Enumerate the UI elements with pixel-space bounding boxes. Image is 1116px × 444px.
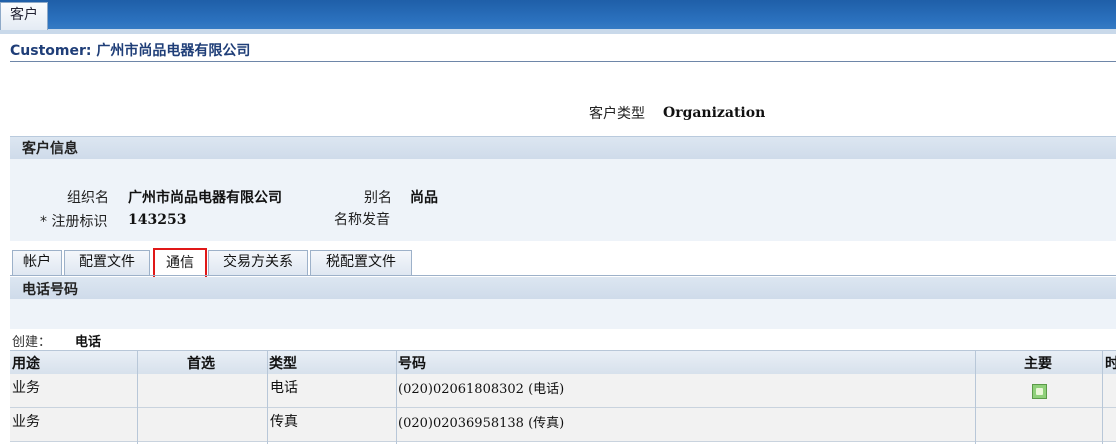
phone-numbers-title: 电话号码 [22,282,78,298]
cell-number[interactable]: (020)02036958138 (传真) [398,412,564,431]
create-phone-link[interactable]: 电话 [75,331,101,350]
create-label: 创建： [12,335,52,350]
column-preferred[interactable]: 首选 [187,353,215,373]
cell-purpose: 业务 [12,414,40,430]
page-title: Customer: 广州市尚品电器有限公司 [10,43,251,59]
check-icon [1032,384,1047,399]
tab-customer[interactable]: 客户 [0,2,48,30]
registry-id-value: 143253 [128,212,187,228]
column-purpose[interactable]: 用途 [12,353,40,373]
column-divider [267,351,268,444]
create-row [10,330,1116,350]
column-divider [396,351,397,444]
org-name-label: 组织名 [67,190,109,206]
column-divider [975,351,976,444]
banner-divider [0,29,1116,34]
column-divider [137,351,138,444]
phone-numbers-body [10,299,1116,329]
cell-purpose: 业务 [12,380,40,396]
cell-number[interactable]: (020)02061808302 (电话) [398,378,564,397]
tab-account[interactable]: 帐户 [12,250,62,275]
column-primary[interactable]: 主要 [1024,353,1052,373]
customer-info-title: 客户信息 [22,141,78,157]
column-type[interactable]: 类型 [269,353,297,373]
registry-id-label: * 注册标识 [40,214,108,230]
phone-table-header [10,350,1116,375]
customer-type-value: Organization [663,105,766,121]
tabs-divider [10,275,1116,276]
column-time[interactable]: 时 [1105,353,1116,373]
phone-numbers-header [10,277,1116,299]
title-divider [10,61,1116,62]
column-divider [1102,351,1103,444]
alias-value: 尚品 [410,190,438,206]
tab-tax-profile[interactable]: 税配置文件 [310,250,412,275]
name-pronunciation-label: 名称发音 [334,212,390,228]
column-number[interactable]: 号码 [398,353,426,373]
alias-label: 别名 [364,190,392,206]
org-name-value: 广州市尚品电器有限公司 [128,190,282,206]
tab-party-relationships[interactable]: 交易方关系 [208,250,308,275]
cell-type: 电话 [270,380,298,396]
tab-profile[interactable]: 配置文件 [64,250,150,275]
customer-info-header [10,136,1116,159]
customer-type-label: 客户类型 [589,106,645,122]
cell-type: 传真 [270,414,298,430]
